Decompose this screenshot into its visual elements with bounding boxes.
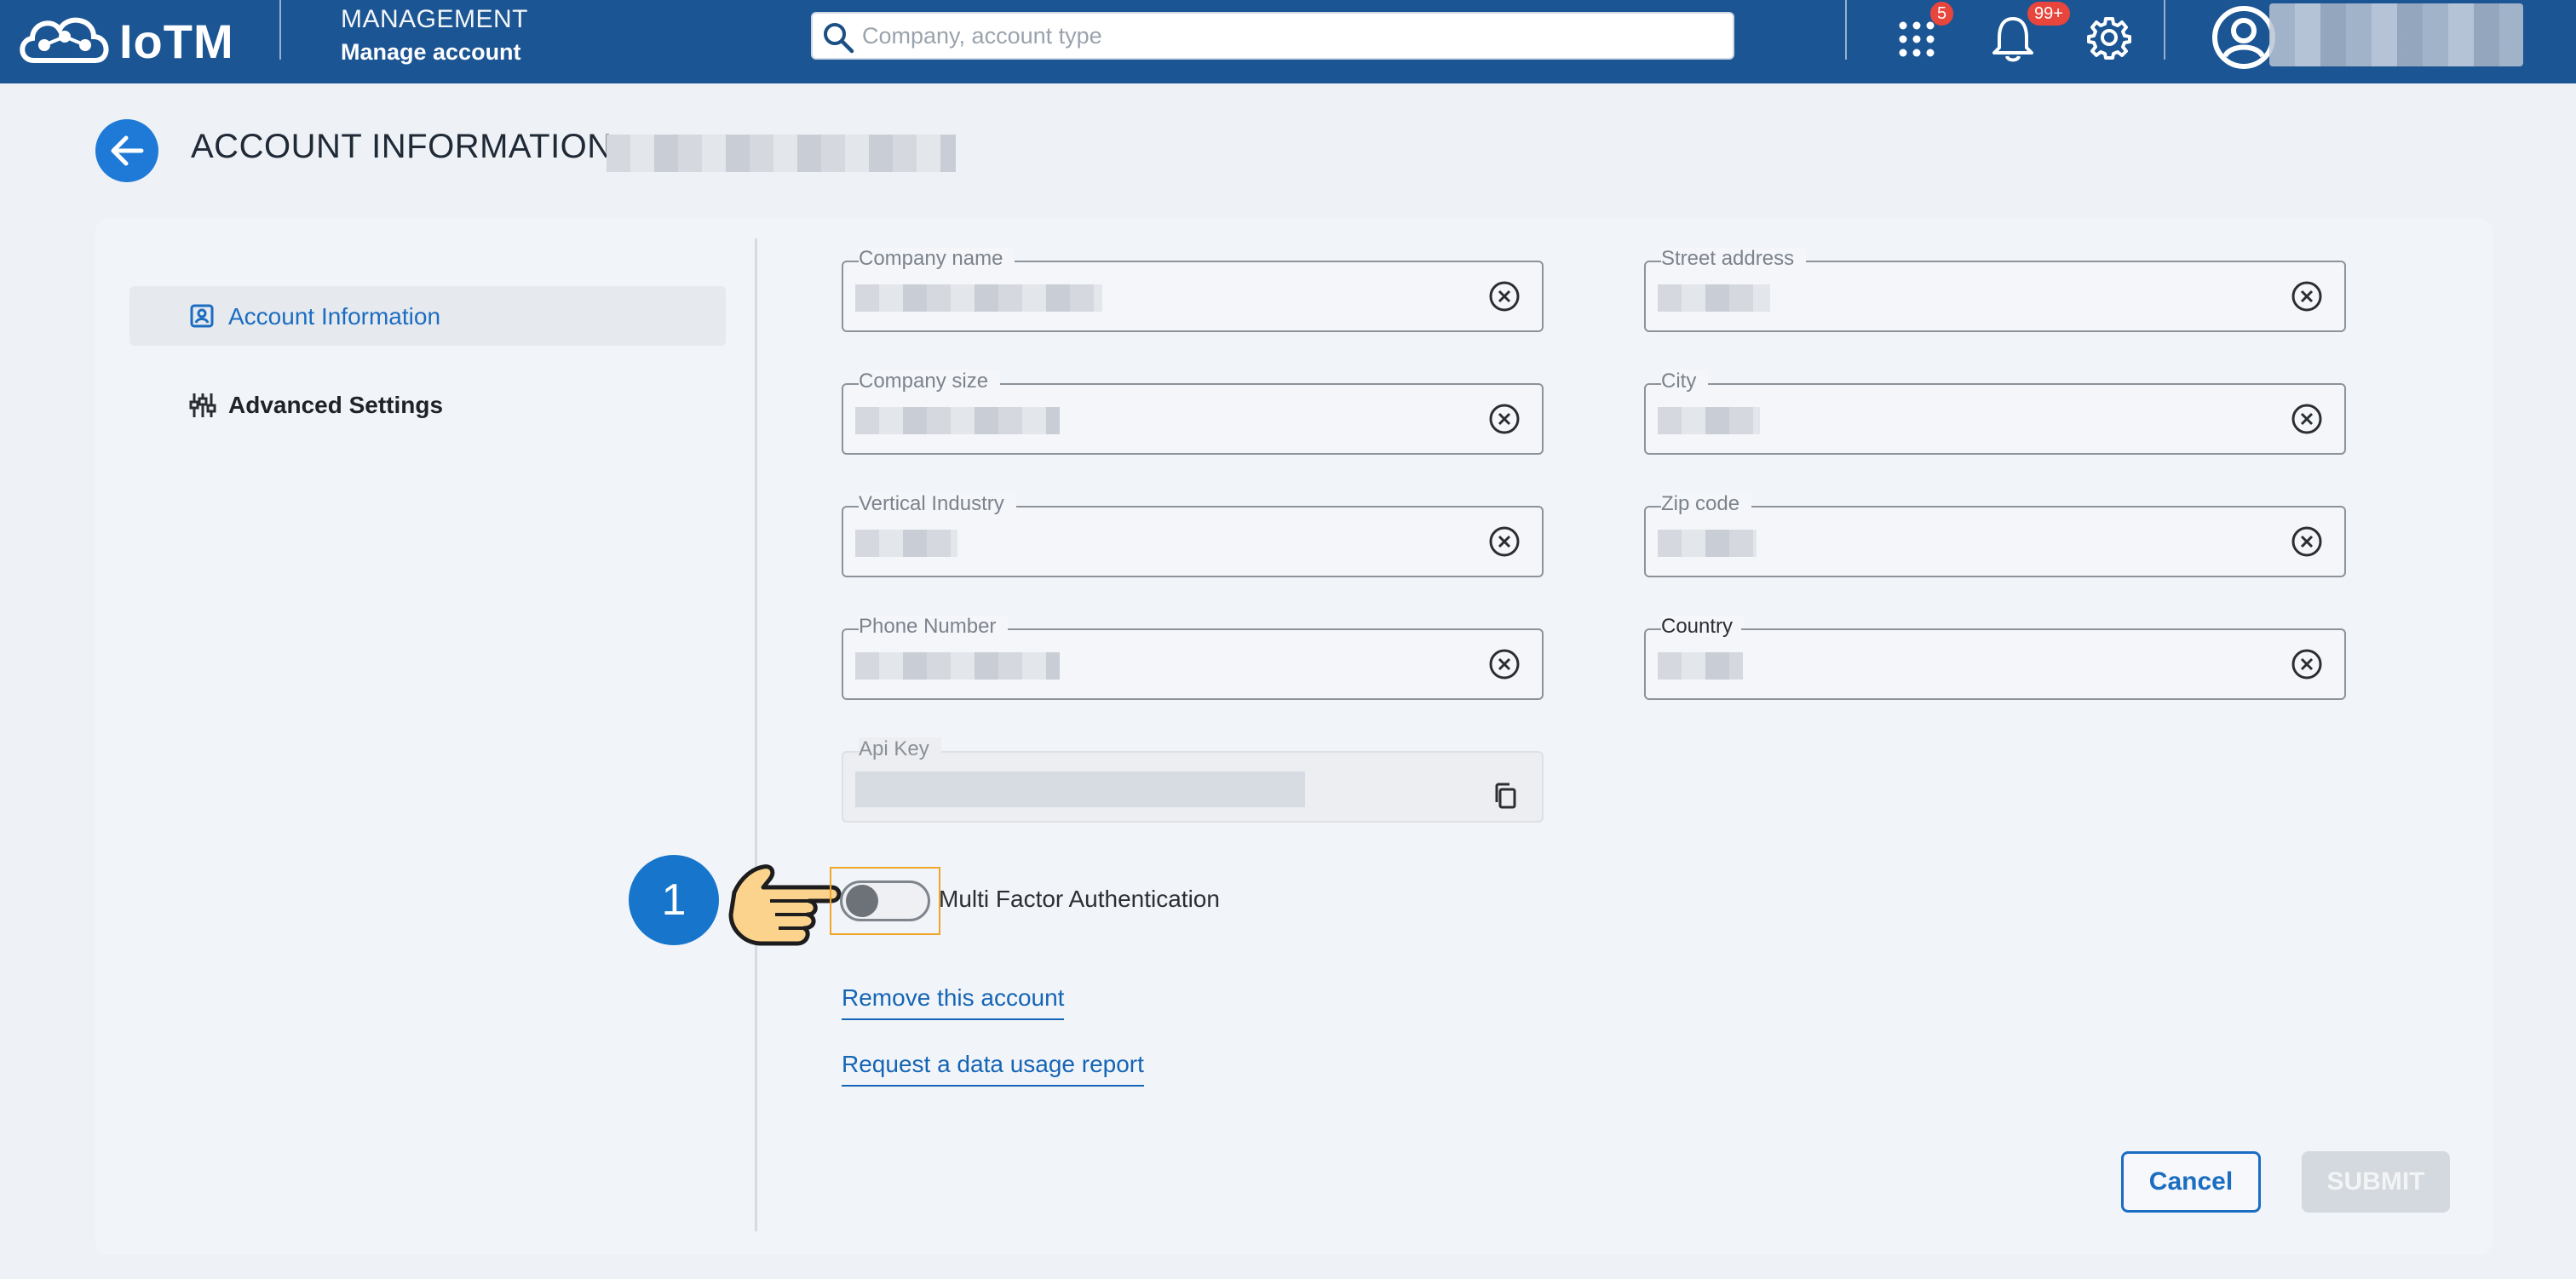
redacted-value bbox=[1658, 530, 1757, 557]
vertical-industry-field[interactable]: Vertical Industry bbox=[842, 492, 1544, 577]
redacted-value bbox=[855, 771, 1305, 807]
street-address-field[interactable]: Street address bbox=[1644, 247, 2346, 332]
header-divider bbox=[1845, 0, 1847, 60]
header-divider bbox=[279, 0, 281, 60]
field-label: City bbox=[1661, 370, 1709, 393]
section-title: MANAGEMENT bbox=[341, 5, 529, 33]
section-heading: MANAGEMENT Manage account bbox=[341, 5, 528, 66]
field-label: Country bbox=[1661, 615, 1745, 639]
section-subtitle: Manage account bbox=[341, 39, 521, 65]
redacted-value bbox=[855, 407, 1060, 434]
field-border bbox=[1787, 506, 2334, 508]
sidebar-divider bbox=[755, 238, 757, 1231]
mfa-label: Multi Factor Authentication bbox=[939, 886, 1220, 912]
pointing-hand-icon bbox=[728, 864, 842, 946]
field-border bbox=[1728, 383, 2334, 385]
clear-icon[interactable] bbox=[2290, 402, 2324, 436]
redacted-value bbox=[1658, 652, 1743, 680]
redacted-value bbox=[1658, 407, 1760, 434]
field-label: Vertical Industry bbox=[859, 492, 1016, 516]
api-key-field: Api Key bbox=[842, 737, 1544, 823]
country-field[interactable]: Country bbox=[1644, 615, 2346, 700]
field-label: Phone Number bbox=[859, 615, 1009, 639]
redacted-account-name bbox=[607, 135, 956, 172]
field-border bbox=[1741, 628, 2334, 630]
redacted-value bbox=[855, 652, 1060, 680]
user-menu[interactable] bbox=[2210, 0, 2576, 73]
header-divider bbox=[2164, 0, 2165, 60]
field-border bbox=[1053, 383, 1532, 385]
id-card-icon bbox=[190, 304, 214, 328]
sidebar-item-label: Account Information bbox=[228, 303, 441, 330]
company-name-field[interactable]: Company name bbox=[842, 247, 1544, 332]
field-label: Company size bbox=[859, 370, 1001, 393]
redacted-username bbox=[2269, 3, 2523, 66]
clear-icon[interactable] bbox=[2290, 647, 2324, 681]
content-panel bbox=[95, 218, 2493, 1255]
field-border bbox=[1075, 261, 1532, 262]
field-border bbox=[1866, 261, 2334, 262]
zip-code-field[interactable]: Zip code bbox=[1644, 492, 2346, 577]
clear-icon[interactable] bbox=[2290, 525, 2324, 559]
field-label: Company name bbox=[859, 247, 1015, 271]
notifications-badge: 99+ bbox=[2027, 2, 2070, 26]
sidebar-item-advanced-settings[interactable]: Advanced Settings bbox=[129, 375, 726, 434]
sidebar-item-label: Advanced Settings bbox=[228, 392, 444, 418]
step-marker: 1 bbox=[629, 855, 719, 945]
field-label: Street address bbox=[1661, 247, 1807, 271]
redacted-value bbox=[1658, 284, 1770, 312]
back-button[interactable] bbox=[95, 119, 158, 182]
city-field[interactable]: City bbox=[1644, 370, 2346, 455]
search-icon bbox=[824, 23, 854, 54]
apps-badge: 5 bbox=[1930, 2, 1954, 26]
user-avatar-icon bbox=[2212, 6, 2275, 69]
request-report-link[interactable]: Request a data usage report bbox=[842, 1051, 1144, 1087]
clear-icon[interactable] bbox=[1487, 279, 1521, 313]
company-size-field[interactable]: Company size bbox=[842, 370, 1544, 455]
toggle-knob bbox=[846, 885, 878, 917]
arrow-left-icon bbox=[111, 135, 144, 166]
mfa-toggle[interactable] bbox=[840, 880, 930, 921]
redacted-value bbox=[855, 530, 957, 557]
submit-button[interactable]: SUBMIT bbox=[2302, 1151, 2450, 1213]
phone-number-field[interactable]: Phone Number bbox=[842, 615, 1544, 700]
page-title: ACCOUNT INFORMATION: bbox=[191, 128, 623, 165]
settings-button[interactable] bbox=[2087, 15, 2131, 64]
sidebar-item-account-information[interactable]: Account Information bbox=[129, 286, 726, 346]
search-bar[interactable] bbox=[811, 12, 1734, 60]
clear-icon[interactable] bbox=[1487, 402, 1521, 436]
apps-button[interactable]: 5 bbox=[1896, 2, 1954, 66]
top-header: IoTM MANAGEMENT Manage account 5 99+ bbox=[0, 0, 2576, 83]
clear-icon[interactable] bbox=[1487, 525, 1521, 559]
field-label: Api Key bbox=[859, 737, 941, 761]
clear-icon[interactable] bbox=[1487, 647, 1521, 681]
iotm-logo[interactable]: IoTM bbox=[15, 7, 234, 75]
copy-icon[interactable] bbox=[1492, 782, 1518, 811]
clear-icon[interactable] bbox=[2290, 279, 2324, 313]
sliders-icon bbox=[189, 393, 216, 417]
remove-account-link[interactable]: Remove this account bbox=[842, 984, 1065, 1020]
cloud-logo-icon bbox=[20, 17, 109, 63]
search-input[interactable] bbox=[862, 17, 1722, 54]
gear-icon bbox=[2087, 17, 2131, 60]
logo-text: IoTM bbox=[119, 14, 234, 68]
field-label: Zip code bbox=[1661, 492, 1752, 516]
field-border bbox=[1089, 506, 1532, 508]
redacted-value bbox=[855, 284, 1102, 312]
bell-icon bbox=[1992, 17, 2033, 62]
field-border bbox=[1058, 628, 1532, 630]
notifications-button[interactable]: 99+ bbox=[1990, 2, 2070, 67]
cancel-button[interactable]: Cancel bbox=[2121, 1151, 2261, 1213]
apps-grid-icon bbox=[1899, 21, 1935, 57]
